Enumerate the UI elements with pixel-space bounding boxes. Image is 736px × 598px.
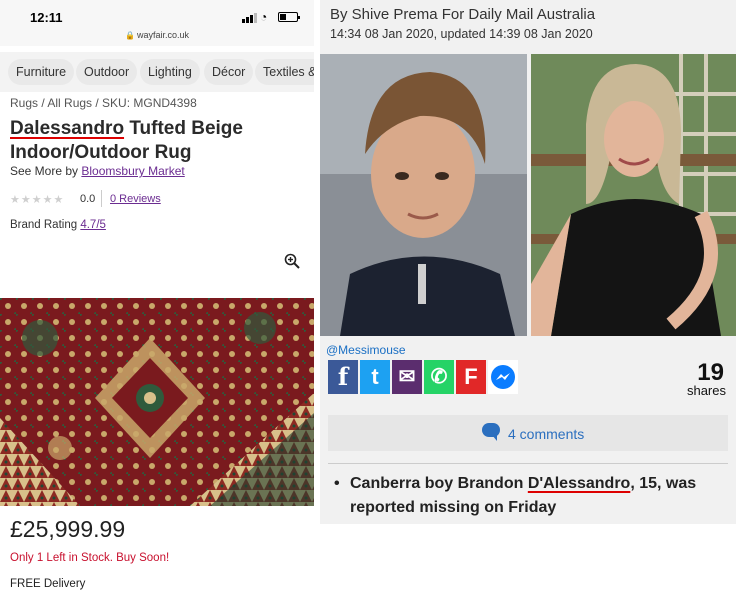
title-highlight: Dalessandro bbox=[10, 118, 125, 139]
flipboard-icon[interactable]: F bbox=[456, 360, 486, 394]
comment-bubble-icon bbox=[482, 423, 500, 441]
category-chip-textiles[interactable]: Textiles & bbox=[255, 59, 314, 85]
photo-woman bbox=[531, 54, 736, 336]
messenger-icon[interactable] bbox=[488, 360, 518, 394]
photo-credit[interactable]: @Messimouse bbox=[326, 343, 406, 357]
article-bullet: Canberra boy Brandon D'Alessandro, 15, w… bbox=[334, 472, 726, 520]
brand-link[interactable]: Bloomsbury Market bbox=[81, 164, 184, 178]
divider bbox=[328, 463, 728, 464]
status-time: 12:11 bbox=[30, 10, 63, 25]
share-label: shares bbox=[686, 383, 726, 398]
zoom-icon[interactable] bbox=[284, 253, 300, 273]
see-more: See More by Bloomsbury Market bbox=[10, 164, 185, 178]
facebook-icon[interactable]: f bbox=[328, 360, 358, 394]
wifi-icon: ◔ bbox=[260, 10, 268, 24]
brand-rating-label: Brand Rating bbox=[10, 219, 81, 231]
twitter-icon[interactable]: t bbox=[360, 360, 390, 394]
delivery-info: FREE Delivery bbox=[10, 578, 86, 590]
rating-value: 0.0 bbox=[80, 193, 96, 205]
category-chip-outdoor[interactable]: Outdoor bbox=[76, 59, 138, 85]
phone-status-bar: 12:11 ◔ 🔒 wayfair.co.uk bbox=[0, 0, 314, 46]
brand-rating-value[interactable]: 4.7/5 bbox=[80, 219, 106, 231]
bullet-text-pre: Canberra boy Brandon bbox=[350, 475, 528, 492]
brand-rating: Brand Rating 4.7/5 bbox=[10, 219, 106, 231]
comments-count: 4 comments bbox=[508, 426, 585, 442]
product-image[interactable] bbox=[0, 298, 314, 506]
breadcrumb[interactable]: Rugs / All Rugs / SKU: MGND4398 bbox=[10, 96, 197, 110]
photo-boy bbox=[320, 54, 527, 336]
news-article: By Shive Prema For Daily Mail Australia … bbox=[320, 0, 736, 524]
article-dates: 14:34 08 Jan 2020, updated 14:39 08 Jan … bbox=[330, 27, 593, 41]
reviews-link[interactable]: 0 Reviews bbox=[110, 193, 161, 205]
category-chip-decor[interactable]: Décor bbox=[204, 59, 254, 85]
bullet-highlight: D'Alessandro bbox=[527, 475, 631, 492]
category-chip-lighting[interactable]: Lighting bbox=[140, 59, 200, 85]
rating-stars: ★★★★★ bbox=[10, 194, 65, 206]
address-bar[interactable]: 🔒 wayfair.co.uk bbox=[0, 30, 314, 40]
stock-warning: Only 1 Left in Stock. Buy Soon! bbox=[10, 552, 170, 564]
see-more-label: See More by bbox=[10, 164, 82, 178]
whatsapp-icon[interactable]: ✆ bbox=[424, 360, 454, 394]
category-nav: Furniture Outdoor Lighting Décor Textile… bbox=[0, 52, 314, 92]
product-title: Dalessandro Tufted Beige Indoor/Outdoor … bbox=[10, 117, 306, 165]
reviews-link-wrap: 0 Reviews bbox=[110, 193, 161, 205]
email-icon[interactable]: ✉ bbox=[392, 360, 422, 394]
wayfair-product-page: 12:11 ◔ 🔒 wayfair.co.uk Furniture Outdoor… bbox=[0, 0, 314, 598]
product-price: £25,999.99 bbox=[10, 516, 126, 542]
divider bbox=[101, 190, 102, 207]
category-chip-furniture[interactable]: Furniture bbox=[8, 59, 75, 85]
comments-button[interactable]: 4 comments bbox=[328, 415, 728, 451]
article-byline: By Shive Prema For Daily Mail Australia bbox=[330, 6, 596, 23]
lock-icon: 🔒 bbox=[125, 31, 135, 40]
composite-screenshot: 12:11 ◔ 🔒 wayfair.co.uk Furniture Outdoor… bbox=[0, 0, 736, 598]
url-text: wayfair.co.uk bbox=[136, 30, 189, 40]
battery-icon bbox=[278, 12, 300, 22]
